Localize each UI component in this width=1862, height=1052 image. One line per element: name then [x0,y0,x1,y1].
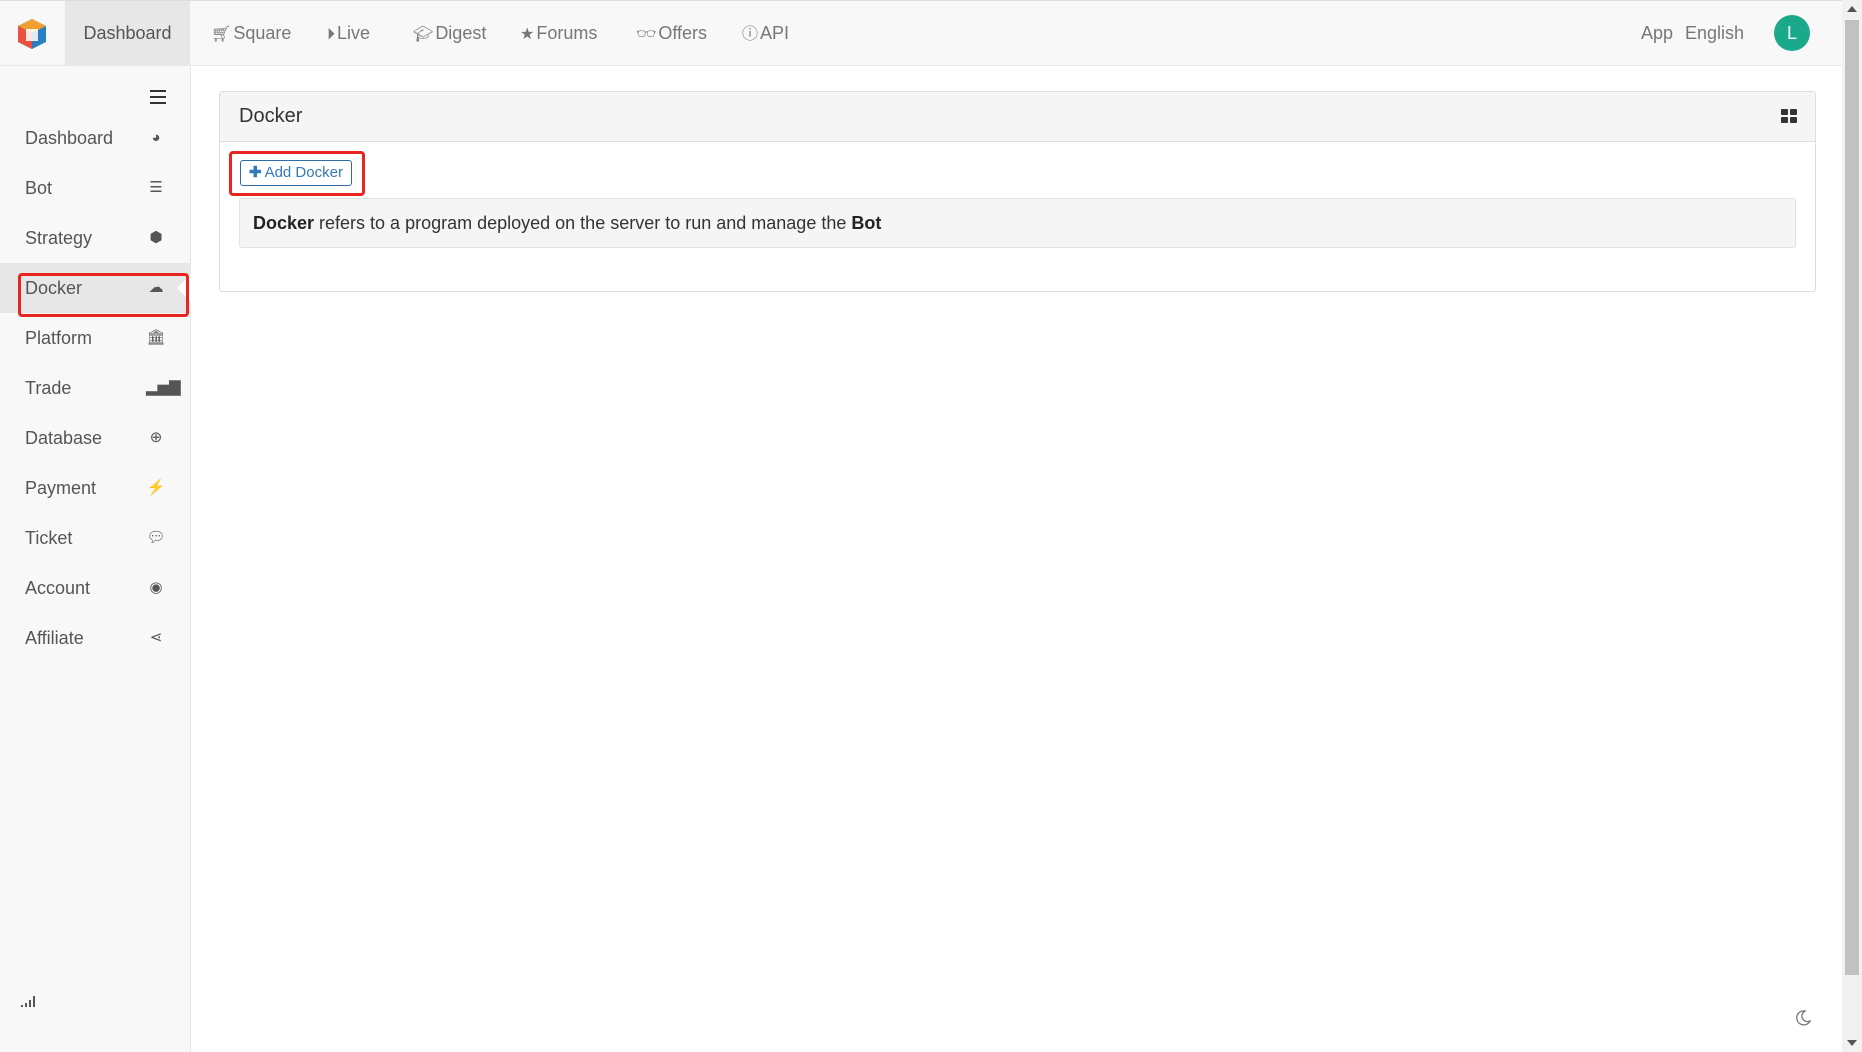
share-icon: ⋖ [149,629,163,646]
sidebar-item-label: Dashboard [25,128,114,148]
glasses-icon: 👓︎ [636,26,657,43]
info-term: Docker [253,213,315,233]
sidebar-item-bot[interactable]: Bot ☰ [0,163,191,213]
sidebar-item-label: Ticket [25,528,73,548]
server-icon: ☰ [149,179,163,196]
play-circle-icon: ⏵ [327,26,336,43]
info-target: Bot [851,213,882,233]
search-plus-icon: ⊕ [149,429,163,446]
sidebar-item-label: Affiliate [25,628,84,648]
nav-live[interactable]: ⏵ Live [327,1,370,66]
panel-header: Docker [220,92,1815,142]
logo-icon[interactable] [14,17,50,51]
docker-panel: Docker ✚ Add Docker Docker refers to a pr… [219,91,1816,292]
nav-live-label: Live [337,23,371,43]
menu-toggle-icon[interactable] [150,90,166,104]
user-circle-icon: ◉ [149,579,163,596]
plug-icon: ⚡ [146,479,166,496]
sidebar-item-database[interactable]: Database ⊕ [0,413,191,463]
bar-chart-icon: ▂▅▇ [146,379,181,396]
nav-app[interactable]: App [1641,1,1673,66]
sidebar-item-strategy[interactable]: Strategy ⬢ [0,213,191,263]
sidebar-item-trade[interactable]: Trade ▂▅▇ [0,363,191,413]
star-icon: ★ [520,26,535,43]
sidebar-item-platform[interactable]: Platform 🏛︎ [0,313,191,363]
docker-description: Docker refers to a program deployed on t… [239,198,1796,248]
nav-forums[interactable]: ★ Forums [520,1,597,66]
sidebar-item-label: Trade [25,378,72,398]
sidebar-item-ticket[interactable]: Ticket 💬︎ [0,513,191,563]
nav-digest[interactable]: 🎓︎ Digest [413,1,486,66]
highlight-docker-sidebar [18,273,189,317]
nav-dashboard[interactable]: Dashboard [65,1,190,66]
scroll-down-icon[interactable] [1847,1040,1857,1046]
page-title: Docker [239,105,303,127]
comment-icon: 💬︎ [146,529,166,546]
top-navbar: Dashboard 🛒︎ Square ⏵ Live 🎓︎ Digest ★ Forum… [0,0,1842,66]
nav-offers[interactable]: 👓︎ Offers [636,1,707,66]
scroll-up-icon[interactable] [1847,6,1857,12]
language-selector[interactable]: English [1685,1,1744,66]
nav-digest-label: Digest [435,23,487,43]
sidebar-item-label: Payment [25,478,97,498]
nav-api-label: API [760,23,790,43]
sidebar-item-label: Database [25,428,103,448]
sidebar-item-label: Strategy [25,228,93,248]
sidebar-item-account[interactable]: Account ◉ [0,563,191,613]
sidebar-item-label: Account [25,578,91,598]
cube-icon: ⬢ [149,229,163,246]
nav-square-label: Square [233,23,292,43]
highlight-add-docker [229,151,365,196]
sidebar-item-dashboard[interactable]: Dashboard ◕ [0,113,191,163]
grid-view-icon[interactable] [1781,109,1797,123]
sidebar-item-label: Bot [25,178,53,198]
cart-icon: 🛒︎ [211,26,232,43]
sidebar-item-label: Platform [25,328,93,348]
sidebar-item-affiliate[interactable]: Affiliate ⋖ [0,613,191,663]
signal-icon [21,996,35,1007]
scrollbar[interactable] [1842,0,1862,1052]
avatar[interactable]: L [1774,15,1810,51]
sidebar-item-payment[interactable]: Payment ⚡ [0,463,191,513]
palette-icon: ◕ [151,129,161,146]
nav-offers-label: Offers [658,23,707,43]
sidebar: Dashboard ◕ Bot ☰ Strategy ⬢ Docker ☁ Pl… [0,66,192,1052]
info-circle-icon: ⓘ [742,26,759,43]
nav-api[interactable]: ⓘ API [742,1,789,66]
graduation-cap-icon: 🎓︎ [413,26,434,43]
bank-icon: 🏛︎ [146,329,166,346]
moon-icon[interactable] [1795,1010,1811,1026]
scroll-thumb[interactable] [1845,20,1859,975]
nav-square[interactable]: 🛒︎ Square [211,1,291,66]
nav-forums-label: Forums [536,23,598,43]
info-text: refers to a program deployed on the serv… [314,213,852,233]
